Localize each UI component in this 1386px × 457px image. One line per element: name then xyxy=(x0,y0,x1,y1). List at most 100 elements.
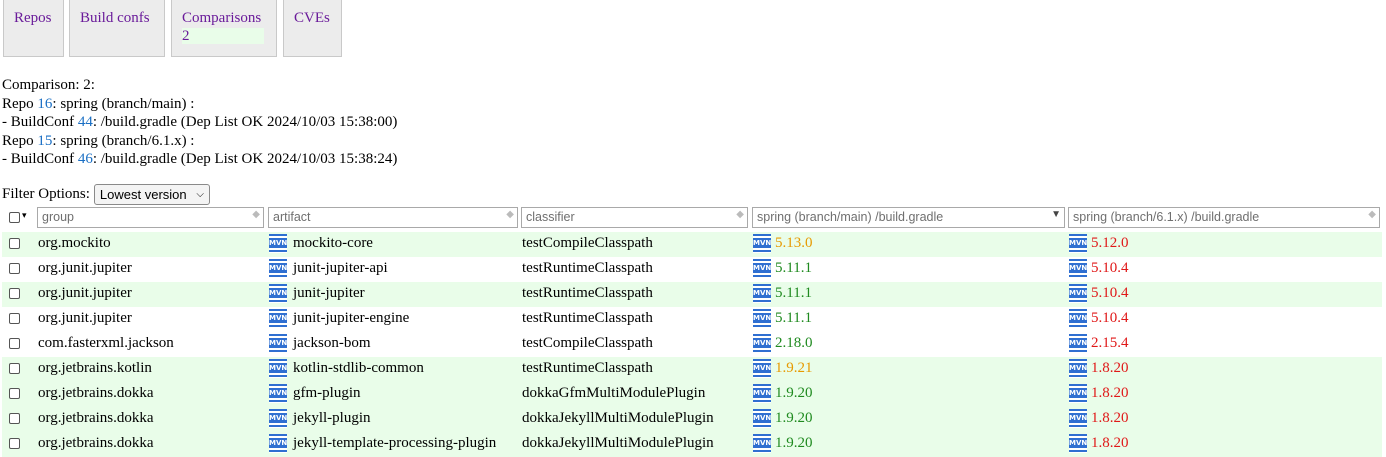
maven-icon-label: MVN xyxy=(753,264,772,273)
artifact-cell: junit-jupiter-api xyxy=(293,260,388,276)
artifact-cell: junit-jupiter-engine xyxy=(293,310,410,326)
table-row[interactable]: org.jetbrains.dokka MVN jekyll-template-pr… xyxy=(2,432,1382,457)
sort-desc-icon[interactable]: ▼ xyxy=(1051,209,1061,220)
main-branch-version: 1.9.21 xyxy=(775,360,813,376)
maven-icon-label: MVN xyxy=(1069,239,1088,248)
artifact-cell: jekyll-plugin xyxy=(293,410,371,426)
select-all-checkbox[interactable] xyxy=(9,212,20,223)
table-row[interactable]: org.jetbrains.dokka MVN jekyll-plugin dokka… xyxy=(2,407,1382,432)
maven-icon[interactable]: MVN xyxy=(753,284,771,303)
tab-repos[interactable]: Repos xyxy=(3,0,64,57)
sort-icon[interactable]: ◆ xyxy=(252,209,260,220)
maven-icon[interactable]: MVN xyxy=(753,259,771,278)
row-checkbox[interactable] xyxy=(9,238,20,249)
row-checkbox[interactable] xyxy=(9,288,20,299)
maven-icon[interactable]: MVN xyxy=(1069,409,1087,428)
maven-icon-label: MVN xyxy=(269,439,288,448)
artifact-cell: gfm-plugin xyxy=(293,385,361,401)
table-row[interactable]: org.junit.jupiter MVN junit-jupiter-engine… xyxy=(2,307,1382,332)
table-row[interactable]: org.junit.jupiter MVN junit-jupiter-api tes… xyxy=(2,257,1382,282)
maven-icon[interactable]: MVN xyxy=(753,384,771,403)
artifact-filter-input[interactable]: artifact ◆ xyxy=(268,207,518,228)
table-row[interactable]: org.jetbrains.kotlin MVN kotlin-stdlib-com… xyxy=(2,357,1382,382)
buildconf-desc: : /build.gradle (Dep List OK 2024/10/03 … xyxy=(92,114,398,130)
maven-icon[interactable]: MVN xyxy=(269,334,287,353)
sort-icon[interactable]: ◆ xyxy=(1368,209,1376,220)
group-cell: com.fasterxml.jackson xyxy=(38,335,174,351)
maven-icon-label: MVN xyxy=(269,314,288,323)
row-checkbox[interactable] xyxy=(9,413,20,424)
release-branch-filter-input[interactable]: spring (branch/6.1.x) /build.gradle ◆ xyxy=(1068,207,1380,228)
tab-build-confs[interactable]: Build confs xyxy=(69,0,165,57)
maven-icon[interactable]: MVN xyxy=(1069,234,1087,253)
row-checkbox[interactable] xyxy=(9,388,20,399)
maven-icon[interactable]: MVN xyxy=(1069,359,1087,378)
release-branch-version: 2.15.4 xyxy=(1091,335,1129,351)
row-checkbox[interactable] xyxy=(9,338,20,349)
main-branch-version: 5.11.1 xyxy=(775,285,812,301)
buildconf-link[interactable]: 46 xyxy=(78,151,93,167)
maven-icon[interactable]: MVN xyxy=(1069,284,1087,303)
table-row[interactable]: com.fasterxml.jackson MVN jackson-bom testC… xyxy=(2,332,1382,357)
table-row[interactable]: org.junit.jupiter MVN junit-jupiter testRun… xyxy=(2,282,1382,307)
main-branch-filter-input[interactable]: spring (branch/main) /build.gradle ▼ xyxy=(752,207,1065,228)
classifier-cell: testRuntimeClasspath xyxy=(522,360,653,376)
repo-link[interactable]: 15 xyxy=(37,133,52,149)
maven-icon[interactable]: MVN xyxy=(269,434,287,453)
release-branch-version: 5.10.4 xyxy=(1091,285,1129,301)
buildconf-line-2: - BuildConf 46: /build.gradle (Dep List … xyxy=(2,150,397,169)
maven-icon-label: MVN xyxy=(269,339,288,348)
release-branch-header-label: spring (branch/6.1.x) /build.gradle xyxy=(1073,210,1260,224)
maven-icon[interactable]: MVN xyxy=(269,409,287,428)
row-checkbox[interactable] xyxy=(9,313,20,324)
group-header-label: group xyxy=(42,210,74,224)
maven-icon[interactable]: MVN xyxy=(269,259,287,278)
maven-icon[interactable]: MVN xyxy=(1069,334,1087,353)
maven-icon[interactable]: MVN xyxy=(269,384,287,403)
sort-icon[interactable]: ◆ xyxy=(506,209,514,220)
buildconf-line-1: - BuildConf 44: /build.gradle (Dep List … xyxy=(2,113,397,132)
group-filter-input[interactable]: group ◆ xyxy=(37,207,264,228)
maven-icon[interactable]: MVN xyxy=(753,234,771,253)
sort-icon[interactable]: ◆ xyxy=(736,209,744,220)
tab-cves[interactable]: CVEs xyxy=(283,0,342,57)
maven-icon[interactable]: MVN xyxy=(269,309,287,328)
filter-select[interactable]: Lowest version ⌵ xyxy=(93,184,210,205)
release-branch-version: 5.10.4 xyxy=(1091,260,1129,276)
maven-icon[interactable]: MVN xyxy=(1069,384,1087,403)
maven-icon[interactable]: MVN xyxy=(753,309,771,328)
repo-link[interactable]: 16 xyxy=(37,96,52,112)
main-branch-version: 1.9.20 xyxy=(775,410,813,426)
buildconf-prefix: - BuildConf xyxy=(2,114,78,130)
filter-label: Filter Options: xyxy=(2,186,90,202)
classifier-cell: dokkaGfmMultiModulePlugin xyxy=(522,385,706,401)
maven-icon[interactable]: MVN xyxy=(1069,309,1087,328)
table-row[interactable]: org.jetbrains.dokka MVN gfm-plugin dokkaGfm… xyxy=(2,382,1382,407)
buildconf-link[interactable]: 44 xyxy=(78,114,93,130)
maven-icon-label: MVN xyxy=(269,264,288,273)
maven-icon-label: MVN xyxy=(753,314,772,323)
classifier-filter-input[interactable]: classifier ◆ xyxy=(521,207,748,228)
comparison-title: Comparison: 2: xyxy=(2,77,95,93)
maven-icon[interactable]: MVN xyxy=(1069,434,1087,453)
row-checkbox[interactable] xyxy=(9,363,20,374)
maven-icon[interactable]: MVN xyxy=(1069,259,1087,278)
maven-icon[interactable]: MVN xyxy=(753,434,771,453)
tab-comparisons[interactable]: Comparisons 2 xyxy=(171,0,277,57)
classifier-cell: testCompileClasspath xyxy=(522,235,653,251)
maven-icon[interactable]: MVN xyxy=(269,284,287,303)
maven-icon-label: MVN xyxy=(1069,364,1088,373)
maven-icon[interactable]: MVN xyxy=(753,359,771,378)
row-checkbox[interactable] xyxy=(9,438,20,449)
table-row[interactable]: org.mockito MVN mockito-core testCompileCla… xyxy=(2,232,1382,257)
maven-icon[interactable]: MVN xyxy=(269,234,287,253)
row-checkbox[interactable] xyxy=(9,263,20,274)
maven-icon[interactable]: MVN xyxy=(269,359,287,378)
classifier-cell: dokkaJekyllMultiModulePlugin xyxy=(522,435,714,451)
chevron-down-icon[interactable]: ▾ xyxy=(22,210,27,221)
maven-icon[interactable]: MVN xyxy=(753,409,771,428)
filter-options: Filter Options: Lowest version ⌵ xyxy=(2,184,210,205)
filter-selected-value: Lowest version xyxy=(99,187,187,202)
maven-icon[interactable]: MVN xyxy=(753,334,771,353)
classifier-cell: testRuntimeClasspath xyxy=(522,285,653,301)
